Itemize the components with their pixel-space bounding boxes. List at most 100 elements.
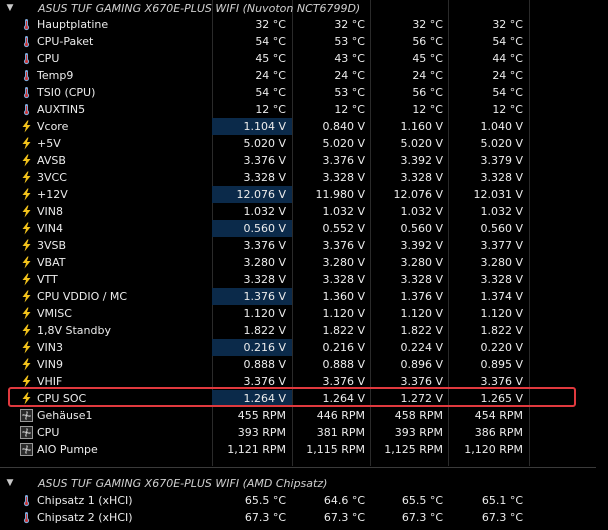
- sensor-label: AUXTIN5: [37, 103, 86, 116]
- sensor-row[interactable]: +12V 12.076 V 11.980 V 12.076 V 12.031 V: [0, 186, 608, 203]
- max-value: 3.328 V: [400, 273, 443, 286]
- voltage-bolt-icon: [20, 392, 33, 405]
- average-value: 1,120 RPM: [464, 443, 523, 456]
- sensor-row[interactable]: VTT 3.328 V 3.328 V 3.328 V 3.328 V: [0, 271, 608, 288]
- current-value: 12.076 V: [212, 186, 292, 203]
- sensor-row[interactable]: VMISC 1.120 V 1.120 V 1.120 V 1.120 V: [0, 305, 608, 322]
- average-value: 44 °C: [492, 52, 523, 65]
- average-value: 454 RPM: [474, 409, 523, 422]
- sensor-label: Chipsatz 2 (xHCI): [37, 511, 133, 524]
- sensor-label: VBAT: [37, 256, 66, 269]
- max-value: 1.032 V: [400, 205, 443, 218]
- max-value: 1.376 V: [400, 290, 443, 303]
- scrollbar[interactable]: [596, 0, 608, 530]
- max-value: 24 °C: [412, 69, 443, 82]
- max-value: 3.328 V: [400, 171, 443, 184]
- min-value: 0.216 V: [322, 341, 365, 354]
- sensor-row[interactable]: VHIF 3.376 V 3.376 V 3.376 V 3.376 V: [0, 373, 608, 390]
- max-value: 12 °C: [412, 103, 443, 116]
- max-value: 393 RPM: [394, 426, 443, 439]
- current-value: 5.020 V: [243, 137, 286, 150]
- sensor-label: AVSB: [37, 154, 66, 167]
- max-value: 3.280 V: [400, 256, 443, 269]
- voltage-bolt-icon: [20, 188, 33, 201]
- thermometer-icon: [20, 494, 33, 507]
- sensor-row[interactable]: AUXTIN5 12 °C 12 °C 12 °C 12 °C: [0, 101, 608, 118]
- voltage-bolt-icon: [20, 324, 33, 337]
- average-value: 3.379 V: [480, 154, 523, 167]
- average-value: 54 °C: [492, 35, 523, 48]
- average-value: 0.220 V: [480, 341, 523, 354]
- sensor-label: +12V: [37, 188, 68, 201]
- current-value: 3.328 V: [243, 171, 286, 184]
- group-header-chipset[interactable]: ▼ ASUS TUF GAMING X670E-PLUS WIFI (AMD C…: [0, 475, 608, 492]
- voltage-bolt-icon: [20, 256, 33, 269]
- sensor-row[interactable]: Temp9 24 °C 24 °C 24 °C 24 °C: [0, 67, 608, 84]
- average-value: 54 °C: [492, 86, 523, 99]
- min-value: 5.020 V: [322, 137, 365, 150]
- average-value: 1.032 V: [480, 205, 523, 218]
- sensor-row[interactable]: TSI0 (CPU) 54 °C 53 °C 56 °C 54 °C: [0, 84, 608, 101]
- sensor-label: VIN4: [37, 222, 63, 235]
- max-value: 32 °C: [412, 18, 443, 31]
- sensor-row[interactable]: Chipsatz 2 (xHCI) 67.3 °C 67.3 °C 67.3 °C 67…: [0, 509, 608, 526]
- sensor-row[interactable]: 3VSB 3.376 V 3.376 V 3.392 V 3.377 V: [0, 237, 608, 254]
- sensor-row[interactable]: 3VCC 3.328 V 3.328 V 3.328 V 3.328 V: [0, 169, 608, 186]
- sensor-label: VIN8: [37, 205, 63, 218]
- chevron-down-icon[interactable]: ▼: [5, 475, 15, 492]
- max-value: 1.120 V: [400, 307, 443, 320]
- sensor-row[interactable]: Chipsatz 1 (xHCI) 65.5 °C 64.6 °C 65.5 °C 65…: [0, 492, 608, 509]
- chevron-down-icon[interactable]: ▼: [5, 0, 15, 17]
- group-header-nuvoton[interactable]: ▼ ASUS TUF GAMING X670E-PLUS WIFI (Nuvot…: [0, 0, 608, 17]
- average-value: 5.020 V: [480, 137, 523, 150]
- sensor-panel: ▼ ASUS TUF GAMING X670E-PLUS WIFI (Nuvot…: [0, 0, 608, 530]
- sensor-row[interactable]: VIN9 0.888 V 0.888 V 0.896 V 0.895 V: [0, 356, 608, 373]
- thermometer-icon: [20, 35, 33, 48]
- max-value: 5.020 V: [400, 137, 443, 150]
- min-value: 11.980 V: [315, 188, 365, 201]
- fan-icon: [20, 443, 33, 456]
- sensor-row[interactable]: VIN3 0.216 V 0.216 V 0.224 V 0.220 V: [0, 339, 608, 356]
- sensor-row[interactable]: CPU 45 °C 43 °C 45 °C 44 °C: [0, 50, 608, 67]
- current-value: 3.376 V: [243, 239, 286, 252]
- group-divider: [0, 467, 608, 468]
- average-value: 32 °C: [492, 18, 523, 31]
- average-value: 1.374 V: [480, 290, 523, 303]
- current-value: 32 °C: [255, 18, 286, 31]
- min-value: 3.328 V: [322, 171, 365, 184]
- current-value: 393 RPM: [237, 426, 286, 439]
- sensor-row[interactable]: Vcore 1.104 V 0.840 V 1.160 V 1.040 V: [0, 118, 608, 135]
- sensor-row[interactable]: Gehäuse1 455 RPM 446 RPM 458 RPM 454 RPM: [0, 407, 608, 424]
- current-value: 455 RPM: [237, 409, 286, 422]
- sensor-row[interactable]: VIN4 0.560 V 0.552 V 0.560 V 0.560 V: [0, 220, 608, 237]
- sensor-row[interactable]: +5V 5.020 V 5.020 V 5.020 V 5.020 V: [0, 135, 608, 152]
- max-value: 1.272 V: [400, 392, 443, 405]
- sensor-row[interactable]: CPU-Paket 54 °C 53 °C 56 °C 54 °C: [0, 33, 608, 50]
- average-value: 3.328 V: [480, 171, 523, 184]
- average-value: 65.1 °C: [481, 494, 523, 507]
- sensor-row[interactable]: CPU VDDIO / MC 1.376 V 1.360 V 1.376 V 1.374…: [0, 288, 608, 305]
- sensor-row[interactable]: CPU SOC 1.264 V 1.264 V 1.272 V 1.265 V: [0, 390, 608, 407]
- min-value: 3.376 V: [322, 239, 365, 252]
- average-value: 1.120 V: [480, 307, 523, 320]
- current-value: 1.104 V: [212, 118, 292, 135]
- sensor-row[interactable]: AIO Pumpe 1,121 RPM 1,115 RPM 1,125 RPM 1,12…: [0, 441, 608, 458]
- average-value: 1.265 V: [480, 392, 523, 405]
- average-value: 1.822 V: [480, 324, 523, 337]
- sensor-row[interactable]: VIN8 1.032 V 1.032 V 1.032 V 1.032 V: [0, 203, 608, 220]
- sensor-label: CPU SOC: [37, 392, 87, 405]
- min-value: 0.840 V: [322, 120, 365, 133]
- sensor-row[interactable]: 1,8V Standby 1.822 V 1.822 V 1.822 V 1.822 V: [0, 322, 608, 339]
- voltage-bolt-icon: [20, 290, 33, 303]
- sensor-row[interactable]: CPU 393 RPM 381 RPM 393 RPM 386 RPM: [0, 424, 608, 441]
- min-value: 1.822 V: [322, 324, 365, 337]
- average-value: 3.377 V: [480, 239, 523, 252]
- sensor-row[interactable]: AVSB 3.376 V 3.376 V 3.392 V 3.379 V: [0, 152, 608, 169]
- sensor-label: 3VSB: [37, 239, 67, 252]
- average-value: 24 °C: [492, 69, 523, 82]
- sensor-row[interactable]: Hauptplatine 32 °C 32 °C 32 °C 32 °C: [0, 16, 608, 33]
- min-value: 53 °C: [334, 35, 365, 48]
- voltage-bolt-icon: [20, 205, 33, 218]
- sensor-row[interactable]: VBAT 3.280 V 3.280 V 3.280 V 3.280 V: [0, 254, 608, 271]
- current-value: 1.264 V: [212, 390, 292, 407]
